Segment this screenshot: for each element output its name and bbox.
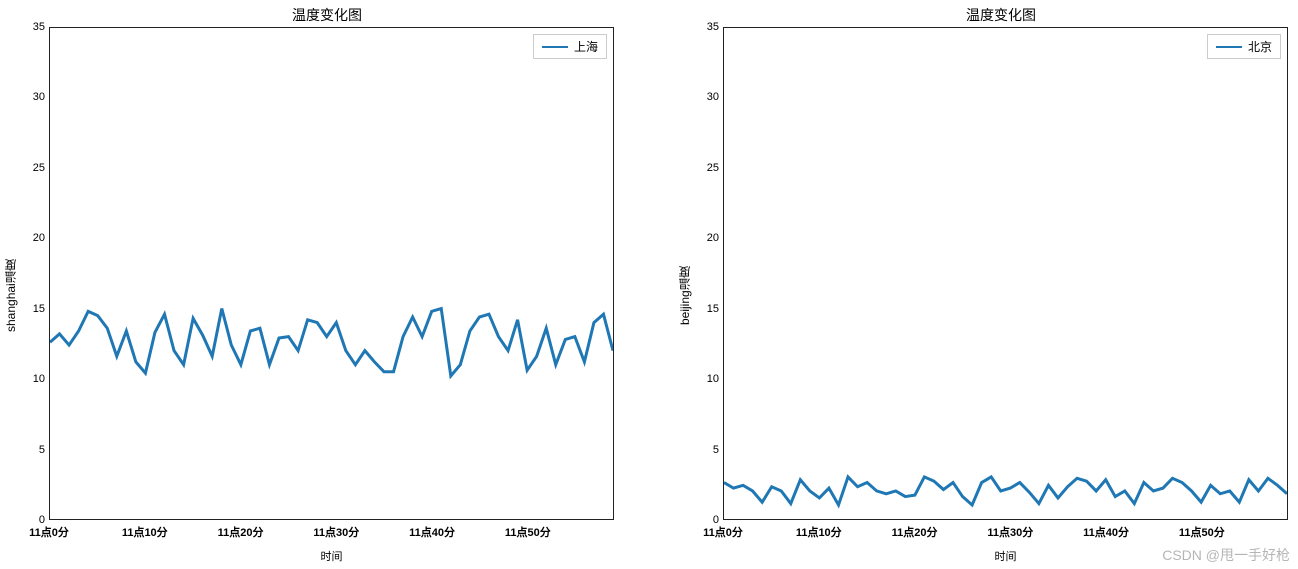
y-tick: 5 [39,444,45,456]
x-tick: 11点0分 [29,524,69,540]
x-tick: 11点30分 [987,524,1033,540]
x-tick: 11点10分 [122,524,168,540]
x-tick: 11点50分 [1179,524,1225,540]
y-axis: 05101520253035 [695,27,723,520]
data-line [50,309,613,376]
chart-body: beijing温度 05101520253035 北京 11点0分11点10分1… [674,27,1288,564]
y-tick: 25 [33,162,45,174]
data-line [724,477,1287,505]
y-tick: 15 [33,303,45,315]
x-tick: 11点40分 [409,524,455,540]
x-tick: 11点10分 [796,524,842,540]
plot-area: 北京 [723,27,1288,520]
y-tick: 30 [33,91,45,103]
y-tick: 20 [33,232,45,244]
x-axis-label: 时间 [723,548,1288,564]
legend-line-icon [542,46,568,48]
legend: 北京 [1207,34,1281,59]
y-tick: 10 [707,373,719,385]
y-axis-label: beijing温度 [674,27,695,564]
y-axis-and-plot: 05101520253035 上海 [21,27,614,520]
y-tick: 15 [707,303,719,315]
y-axis: 05101520253035 [21,27,49,520]
chart-title: 温度变化图 [714,5,1288,25]
y-tick: 20 [707,232,719,244]
y-tick: 30 [707,91,719,103]
plot-area: 上海 [49,27,614,520]
legend-label: 北京 [1248,38,1272,55]
chart-body: shanghai温度 05101520253035 上海 11点0分11点10分… [0,27,614,564]
x-tick: 11点40分 [1083,524,1129,540]
x-axis: 11点0分11点10分11点20分11点30分11点40分11点50分 [723,520,1288,548]
chart-shanghai: 温度变化图 shanghai温度 05101520253035 上海 11点0分… [0,5,614,564]
y-tick: 25 [707,162,719,174]
y-axis-label: shanghai温度 [0,27,21,564]
y-tick: 10 [33,373,45,385]
y-axis-and-plot: 05101520253035 北京 [695,27,1288,520]
x-tick: 11点20分 [892,524,938,540]
x-tick: 11点30分 [313,524,359,540]
line-plot [50,28,613,519]
x-tick: 11点0分 [703,524,743,540]
x-tick: 11点50分 [505,524,551,540]
charts-container: 温度变化图 shanghai温度 05101520253035 上海 11点0分… [0,0,1298,569]
plot-with-axes: 05101520253035 上海 11点0分11点10分11点20分11点30… [21,27,614,564]
legend-line-icon [1216,46,1242,48]
chart-title: 温度变化图 [40,5,614,25]
plot-with-axes: 05101520253035 北京 11点0分11点10分11点20分11点30… [695,27,1288,564]
x-tick: 11点20分 [218,524,264,540]
y-tick: 35 [33,21,45,33]
legend-label: 上海 [574,38,598,55]
y-tick: 35 [707,21,719,33]
chart-beijing: 温度变化图 beijing温度 05101520253035 北京 11点0分1… [674,5,1288,564]
y-tick: 5 [713,444,719,456]
legend: 上海 [533,34,607,59]
x-axis: 11点0分11点10分11点20分11点30分11点40分11点50分 [49,520,614,548]
line-plot [724,28,1287,519]
x-axis-label: 时间 [49,548,614,564]
